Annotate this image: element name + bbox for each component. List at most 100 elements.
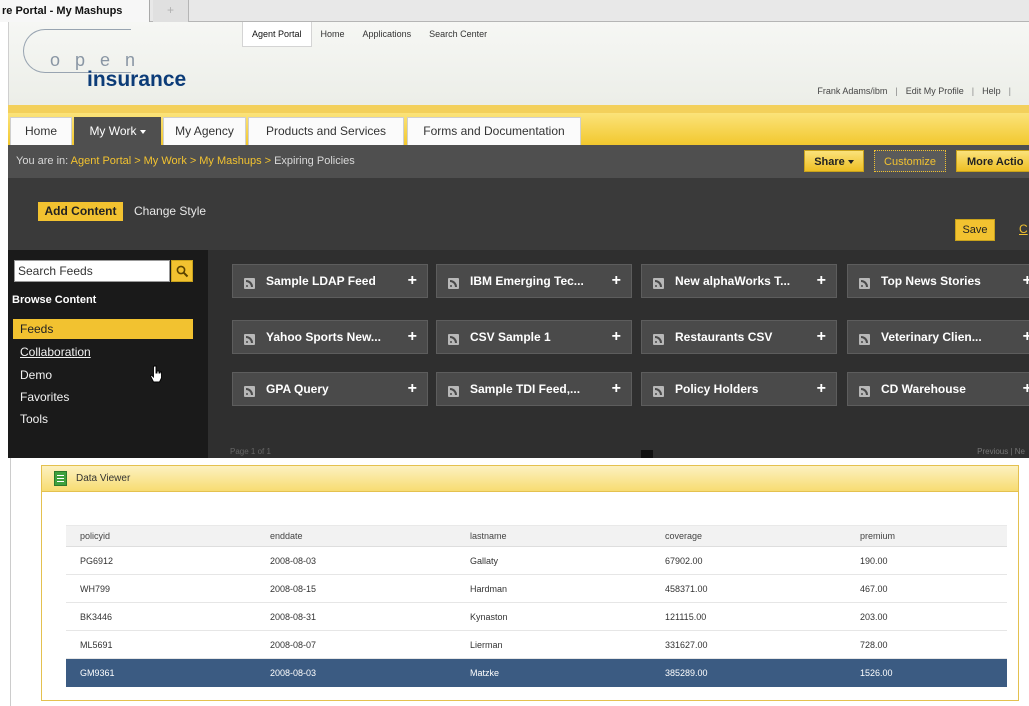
search-button[interactable]: [171, 260, 193, 282]
add-icon[interactable]: +: [817, 265, 826, 297]
breadcrumb-link-my-mashups[interactable]: My Mashups: [199, 155, 261, 167]
add-icon[interactable]: +: [1023, 321, 1029, 353]
feed-yahoo-sports[interactable]: Yahoo Sports New... +: [232, 320, 428, 354]
cell-enddate: 2008-08-31: [256, 602, 456, 631]
help-link[interactable]: Help: [982, 86, 1001, 96]
rss-feed-icon: [653, 278, 664, 289]
add-icon[interactable]: +: [817, 321, 826, 353]
feed-sample-ldap[interactable]: Sample LDAP Feed +: [232, 264, 428, 298]
search-feeds-input[interactable]: Search Feeds: [14, 260, 170, 282]
tab-forms-and-documentation[interactable]: Forms and Documentation: [407, 117, 581, 145]
tab-home[interactable]: Home: [10, 117, 72, 145]
feed-pager: Page 1 of 1 Previous | Ne: [208, 447, 1029, 458]
sidebar-item-collaboration[interactable]: Collaboration: [13, 342, 193, 362]
separator: |: [971, 86, 975, 96]
add-icon[interactable]: +: [1023, 265, 1029, 297]
main-tab-bar: Home My Work My Agency Products and Serv…: [8, 113, 1029, 145]
screen: re Portal - My Mashups + o p e n insuran…: [0, 0, 1029, 706]
save-button[interactable]: Save: [955, 219, 995, 241]
data-viewer-header: Data Viewer: [42, 466, 1018, 492]
cell-enddate: 2008-08-03: [256, 658, 456, 687]
feed-veterinary-client[interactable]: Veterinary Clien... +: [847, 320, 1029, 354]
top-nav-home[interactable]: Home: [312, 22, 354, 47]
top-nav-applications[interactable]: Applications: [354, 22, 421, 47]
column-header-policyid[interactable]: policyid: [66, 525, 256, 547]
new-tab-button[interactable]: +: [153, 0, 189, 22]
add-icon[interactable]: +: [817, 373, 826, 405]
share-button[interactable]: Share: [804, 150, 864, 172]
breadcrumb-link-my-work[interactable]: My Work: [144, 155, 187, 167]
add-icon[interactable]: +: [612, 321, 621, 353]
feed-label: Sample LDAP Feed: [266, 274, 376, 288]
add-icon[interactable]: +: [408, 321, 417, 353]
previous-next-links[interactable]: Previous | Ne: [977, 447, 1025, 456]
tab-label: Products and Services: [265, 124, 387, 138]
browse-sidebar: Search Feeds Browse Content Feeds Collab…: [8, 250, 208, 458]
grid-table-icon: [54, 471, 67, 486]
column-header-lastname[interactable]: lastname: [456, 525, 651, 547]
feed-csv-sample-1[interactable]: CSV Sample 1 +: [436, 320, 632, 354]
browser-tab[interactable]: re Portal - My Mashups: [0, 0, 150, 22]
cell-coverage: 121115.00: [651, 602, 846, 631]
feed-cd-warehouse[interactable]: CD Warehouse +: [847, 372, 1029, 406]
separator: |: [895, 86, 898, 96]
feed-ibm-emerging[interactable]: IBM Emerging Tec... +: [436, 264, 632, 298]
add-content-button[interactable]: Add Content: [38, 202, 123, 221]
breadcrumb-link-agent-portal[interactable]: Agent Portal: [71, 155, 132, 167]
breadcrumb-separator: >: [189, 155, 197, 167]
cell-lastname: Matzke: [456, 658, 651, 687]
tab-my-work[interactable]: My Work: [74, 117, 161, 145]
table-row[interactable]: ML5691 2008-08-07 Lierman 331627.00 728.…: [66, 630, 1007, 659]
feed-new-alphaworks[interactable]: New alphaWorks T... +: [641, 264, 837, 298]
feed-label: New alphaWorks T...: [675, 274, 791, 288]
add-icon[interactable]: +: [612, 265, 621, 297]
rss-feed-icon: [859, 334, 870, 345]
breadcrumb-separator: >: [264, 155, 272, 167]
feed-top-news-stories[interactable]: Top News Stories +: [847, 264, 1029, 298]
cancel-link[interactable]: C: [1019, 219, 1028, 239]
sidebar-item-feeds[interactable]: Feeds: [13, 319, 193, 339]
page-number-button[interactable]: [641, 450, 653, 458]
add-icon[interactable]: +: [612, 373, 621, 405]
tab-label: Home: [24, 124, 57, 138]
table-row-selected[interactable]: GM9361 2008-08-03 Matzke 385289.00 1526.…: [66, 658, 1007, 687]
add-icon[interactable]: +: [408, 373, 417, 405]
feed-gpa-query[interactable]: GPA Query +: [232, 372, 428, 406]
sidebar-item-favorites[interactable]: Favorites: [13, 387, 193, 407]
table-row[interactable]: BK3446 2008-08-31 Kynaston 121115.00 203…: [66, 602, 1007, 631]
feed-label: Sample TDI Feed,...: [470, 382, 581, 396]
column-header-enddate[interactable]: enddate: [256, 525, 456, 547]
tab-my-agency[interactable]: My Agency: [163, 117, 246, 145]
feed-sample-tdi[interactable]: Sample TDI Feed,... +: [436, 372, 632, 406]
add-icon[interactable]: +: [408, 265, 417, 297]
cell-lastname: Gallaty: [456, 546, 651, 575]
rss-feed-icon: [448, 278, 459, 289]
sidebar-item-demo[interactable]: Demo: [13, 365, 193, 385]
cell-policyid: WH799: [66, 574, 256, 603]
logo-text-insurance: insurance: [87, 68, 187, 91]
tab-label: My Agency: [175, 124, 234, 138]
search-icon: [176, 265, 189, 278]
top-nav-search-center[interactable]: Search Center: [420, 22, 496, 47]
table-row[interactable]: WH799 2008-08-15 Hardman 458371.00 467.0…: [66, 574, 1007, 603]
feed-policy-holders[interactable]: Policy Holders +: [641, 372, 837, 406]
change-style-link[interactable]: Change Style: [134, 204, 206, 218]
sidebar-item-tools[interactable]: Tools: [13, 409, 193, 429]
add-icon[interactable]: +: [1023, 373, 1029, 405]
edit-profile-link[interactable]: Edit My Profile: [906, 86, 964, 96]
portal-header: o p e n insurance Agent Portal Home Appl…: [8, 22, 1029, 105]
top-nav-agent-portal[interactable]: Agent Portal: [242, 22, 312, 47]
cell-premium: 467.00: [846, 574, 1007, 603]
feed-label: IBM Emerging Tec...: [470, 274, 584, 288]
customize-button[interactable]: Customize: [874, 150, 946, 172]
user-links: Frank Adams/ibm | Edit My Profile | Help…: [817, 86, 1019, 96]
column-header-premium[interactable]: premium: [846, 525, 1007, 547]
tab-products-and-services[interactable]: Products and Services: [248, 117, 404, 145]
user-name-link[interactable]: Frank Adams/ibm: [817, 86, 887, 96]
feed-restaurants-csv[interactable]: Restaurants CSV +: [641, 320, 837, 354]
edit-toolbar: Add Content Change Style Save C: [8, 178, 1029, 250]
table-row[interactable]: PG6912 2008-08-03 Gallaty 67902.00 190.0…: [66, 546, 1007, 575]
column-header-coverage[interactable]: coverage: [651, 525, 846, 547]
rss-feed-icon: [244, 386, 255, 397]
more-actions-button[interactable]: More Actio: [956, 150, 1029, 172]
